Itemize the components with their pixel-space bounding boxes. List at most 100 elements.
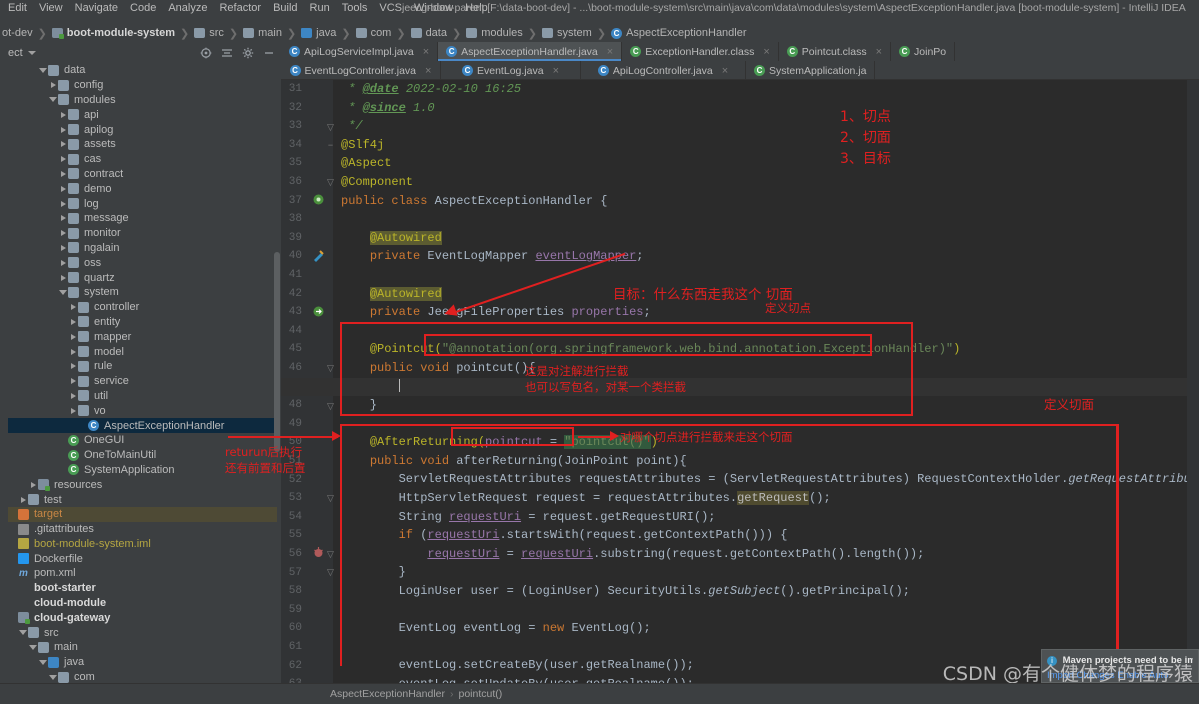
code-line[interactable]: @Aspect <box>341 154 1199 173</box>
code-line[interactable] <box>341 266 1199 285</box>
project-tree[interactable]: data config modules api apilog assets cas contr… <box>8 63 277 683</box>
tree-item-system[interactable]: system <box>8 285 277 300</box>
breadcrumb-item-modules[interactable]: modules <box>466 27 523 39</box>
locate-icon[interactable] <box>200 47 212 59</box>
close-icon[interactable]: × <box>425 65 431 77</box>
expand-arrow-icon[interactable] <box>50 82 56 89</box>
expand-arrow-icon[interactable] <box>70 318 76 325</box>
close-icon[interactable]: × <box>607 46 613 58</box>
expand-arrow-icon[interactable] <box>70 363 76 370</box>
fold-marker[interactable]: ▽ <box>326 364 335 373</box>
collapse-arrow-icon[interactable] <box>19 630 27 636</box>
expand-arrow-icon[interactable] <box>30 481 36 488</box>
code-line[interactable]: * @since 1.0 <box>341 99 1199 118</box>
tree-item-java[interactable]: java <box>8 655 277 670</box>
tree-item-pom-xml[interactable]: m pom.xml <box>8 566 277 581</box>
expand-arrow-icon[interactable] <box>60 200 66 207</box>
code-line[interactable]: public class AspectExceptionHandler { <box>341 192 1199 211</box>
expand-arrow-icon[interactable] <box>60 156 66 163</box>
autowired-marker-icon[interactable] <box>312 305 326 319</box>
tree-item-mapper[interactable]: mapper <box>8 329 277 344</box>
expand-arrow-icon[interactable] <box>70 333 76 340</box>
tree-item-com[interactable]: com <box>8 670 277 683</box>
tree-item-oss[interactable]: oss <box>8 255 277 270</box>
expand-arrow-icon[interactable] <box>70 304 76 311</box>
tree-item-log[interactable]: log <box>8 196 277 211</box>
tree-item-boot-starter[interactable]: boot-starter <box>8 581 277 596</box>
collapse-all-icon[interactable] <box>221 47 233 59</box>
menu-item-build[interactable]: Build <box>267 0 303 17</box>
tree-item-vo[interactable]: vo <box>8 403 277 418</box>
editor-tab-aspectexceptionhandler-java[interactable]: C AspectExceptionHandler.java × <box>438 42 623 61</box>
code-line[interactable] <box>341 210 1199 229</box>
tree-item-cloud-module[interactable]: cloud-module <box>8 596 277 611</box>
expand-arrow-icon[interactable] <box>60 170 66 177</box>
menu-item-tools[interactable]: Tools <box>336 0 374 17</box>
breadcrumb-item-src[interactable]: src <box>194 27 224 39</box>
tree-item-cas[interactable]: cas <box>8 152 277 167</box>
settings-gear-icon[interactable] <box>242 47 254 59</box>
code-line[interactable]: @Slf4j <box>341 136 1199 155</box>
expand-arrow-icon[interactable] <box>60 259 66 266</box>
breadcrumb-item-data[interactable]: data <box>410 27 447 39</box>
code-line[interactable]: @Component <box>341 173 1199 192</box>
status-crumb-method[interactable]: pointcut() <box>458 688 502 700</box>
expand-arrow-icon[interactable] <box>70 407 76 414</box>
expand-arrow-icon[interactable] <box>70 348 76 355</box>
editor-tab-eventlogcontroller-java[interactable]: C EventLogController.java × <box>281 61 441 79</box>
breadcrumb-item-main[interactable]: main <box>243 27 282 39</box>
chevron-down-icon[interactable] <box>27 50 36 55</box>
editor-tab-apilogserviceimpl-java[interactable]: C ApiLogServiceImpl.java × <box>281 42 439 61</box>
expand-arrow-icon[interactable] <box>60 185 66 192</box>
tree-item-config[interactable]: config <box>8 78 277 93</box>
bean-marker-icon[interactable] <box>312 193 326 207</box>
fold-marker[interactable]: ▽ <box>326 494 335 503</box>
breadcrumb-item-boot-module-system[interactable]: boot-module-system <box>51 27 175 39</box>
menu-item-view[interactable]: View <box>33 0 69 17</box>
collapse-arrow-icon[interactable] <box>29 644 37 650</box>
tree-item-controller[interactable]: controller <box>8 300 277 315</box>
code-line[interactable]: private EventLogMapper eventLogMapper; <box>341 247 1199 266</box>
expand-arrow-icon[interactable] <box>70 378 76 385</box>
fold-marker[interactable]: ▽ <box>326 178 335 187</box>
collapse-arrow-icon[interactable] <box>49 674 57 680</box>
editor-tab-exceptionhandler-class[interactable]: C ExceptionHandler.class × <box>622 42 779 61</box>
menu-item-refactor[interactable]: Refactor <box>213 0 267 17</box>
tree-item-message[interactable]: message <box>8 211 277 226</box>
expand-arrow-icon[interactable] <box>60 215 66 222</box>
code-line[interactable]: @Autowired <box>341 229 1199 248</box>
error-stripe[interactable] <box>1187 80 1199 683</box>
expand-arrow-icon[interactable] <box>60 126 66 133</box>
menu-item-edit[interactable]: Edit <box>2 0 33 17</box>
tree-item-rule[interactable]: rule <box>8 359 277 374</box>
expand-arrow-icon[interactable] <box>60 141 66 148</box>
tree-item-model[interactable]: model <box>8 344 277 359</box>
expand-arrow-icon[interactable] <box>60 230 66 237</box>
close-icon[interactable]: × <box>763 46 769 58</box>
fold-marker[interactable]: ▽ <box>326 550 335 559</box>
aspect-marker-icon[interactable] <box>312 546 326 560</box>
editor-tabs-row-1[interactable]: C ApiLogServiceImpl.java × C AspectException… <box>281 42 1199 61</box>
menu-item-run[interactable]: Run <box>304 0 336 17</box>
status-crumb-class[interactable]: AspectExceptionHandler <box>330 688 445 700</box>
minimize-icon[interactable] <box>263 47 275 59</box>
fold-marker[interactable]: − <box>326 141 335 150</box>
tree-item-monitor[interactable]: monitor <box>8 226 277 241</box>
tree-item-target[interactable]: target <box>8 506 277 522</box>
close-icon[interactable]: × <box>553 65 559 77</box>
tree-item-contract[interactable]: contract <box>8 167 277 182</box>
tree-item-util[interactable]: util <box>8 389 277 404</box>
menu-item-code[interactable]: Code <box>124 0 162 17</box>
tree-item-test[interactable]: test <box>8 492 277 507</box>
tree-item-entity[interactable]: entity <box>8 315 277 330</box>
tree-item-cloud-gateway[interactable]: cloud-gateway <box>8 610 277 625</box>
breadcrumb-item-system[interactable]: system <box>542 27 592 39</box>
close-icon[interactable]: × <box>423 46 429 58</box>
tree-item-dockerfile[interactable]: Dockerfile <box>8 551 277 566</box>
collapse-arrow-icon[interactable] <box>39 67 47 73</box>
code-line[interactable]: * @date 2022-02-10 16:25 <box>341 80 1199 99</box>
tree-item-resources[interactable]: resources <box>8 477 277 492</box>
collapse-arrow-icon[interactable] <box>39 659 47 665</box>
menu-item-navigate[interactable]: Navigate <box>69 0 124 17</box>
tree-item-modules[interactable]: modules <box>8 93 277 108</box>
